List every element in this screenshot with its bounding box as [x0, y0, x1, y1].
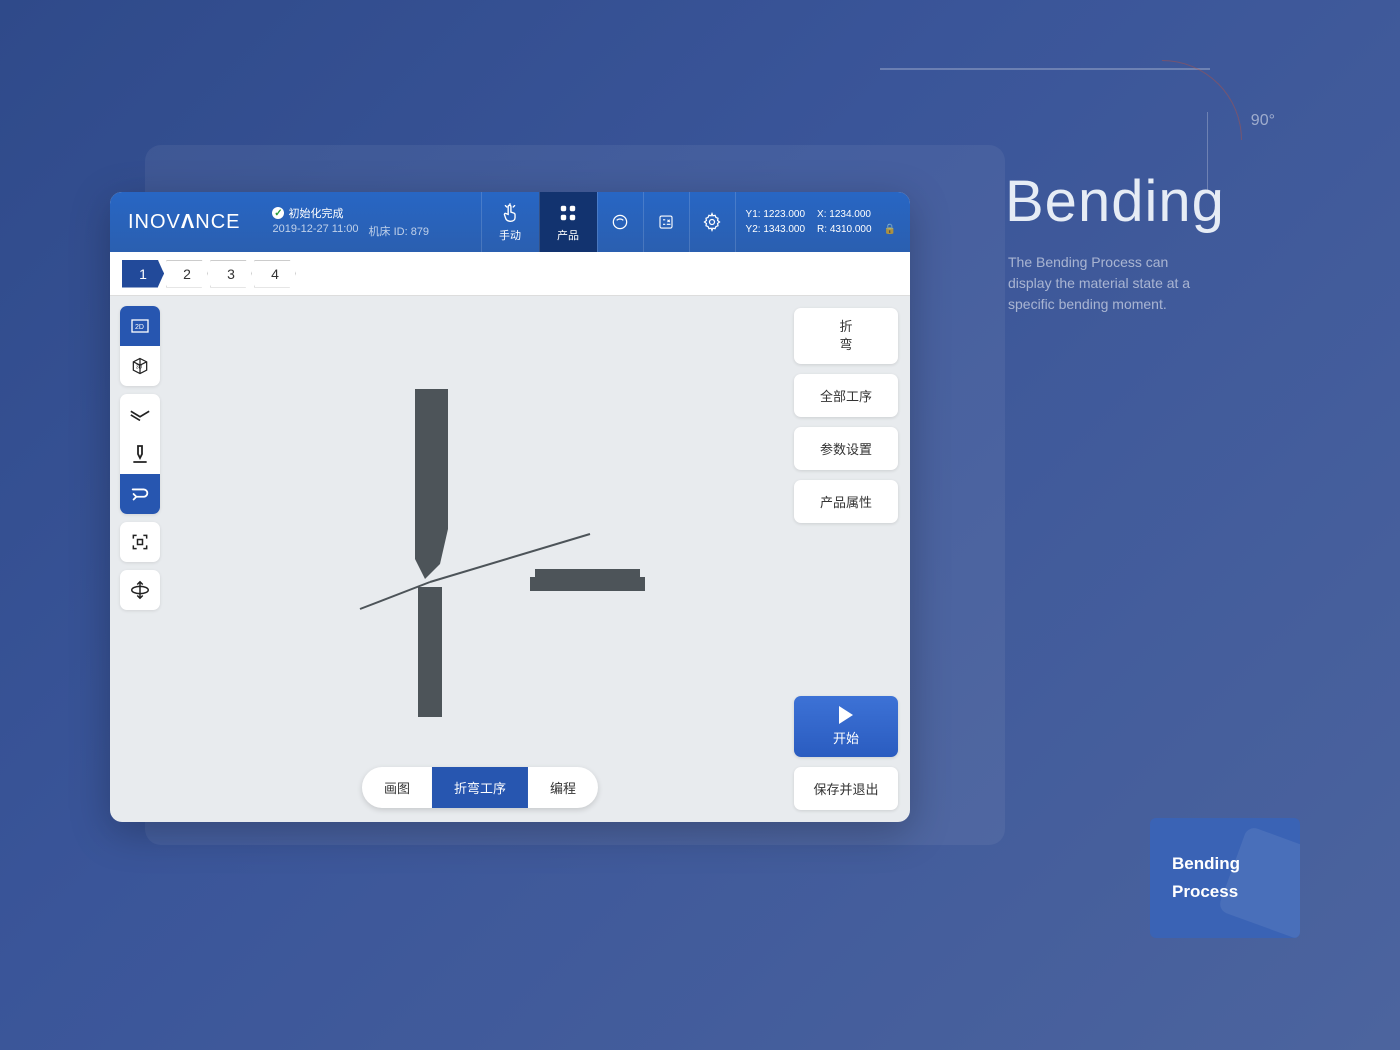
step-2[interactable]: 2 — [166, 260, 208, 288]
btn-start-label: 开始 — [833, 728, 859, 747]
datetime: 2019-12-27 11:00 — [272, 223, 358, 239]
decor-arc — [1162, 60, 1242, 140]
angle-label: 90° — [1251, 112, 1275, 130]
tab-settings[interactable] — [689, 192, 735, 252]
btn-bend[interactable]: 折 弯 — [794, 308, 898, 364]
topbar: INOVΛNCE 初始化完成 2019-12-27 11:00 机床 ID: 87… — [110, 192, 910, 252]
circle-icon — [609, 211, 631, 233]
view-3d-button[interactable]: 3D — [120, 346, 160, 386]
seg-program[interactable]: 编程 — [528, 767, 598, 808]
check-icon — [272, 207, 284, 219]
svg-text:3D: 3D — [136, 365, 143, 371]
tool-bend[interactable] — [120, 474, 160, 514]
tab-label: 产品 — [557, 227, 579, 243]
page-title: Bending — [1005, 168, 1225, 235]
status-text: 初始化完成 — [288, 205, 343, 221]
page-description: The Bending Process can display the mate… — [1008, 252, 1208, 315]
badge-line2: Process — [1172, 882, 1238, 902]
view-2d-button[interactable]: 2D — [120, 306, 160, 346]
tab-manual[interactable]: 手动 — [481, 192, 539, 252]
tool-fit[interactable] — [120, 522, 160, 562]
status-block: 初始化完成 2019-12-27 11:00 机床 ID: 879 — [258, 192, 443, 252]
tool-rotate[interactable] — [120, 570, 160, 610]
brand-part: INOV — [128, 211, 181, 234]
coord-x: X: 1234.000 — [817, 209, 871, 220]
workarea: 2D 3D — [110, 296, 910, 822]
btn-props[interactable]: 产品属性 — [794, 480, 898, 523]
right-panel: 折 弯 全部工序 参数设置 产品属性 开始 保存并退出 — [790, 296, 910, 822]
step-1[interactable]: 1 — [122, 260, 164, 288]
coord-y1: Y1: 1223.000 — [746, 209, 806, 220]
tab-circle[interactable] — [597, 192, 643, 252]
step-4[interactable]: 4 — [254, 260, 296, 288]
badge-card: Bending Process — [1150, 818, 1300, 938]
bottom-segmented: 画图 折弯工序 编程 — [362, 767, 598, 808]
step-3[interactable]: 3 — [210, 260, 252, 288]
grid-icon — [557, 202, 579, 224]
lock-icon: 🔒 — [884, 224, 896, 235]
seg-draw[interactable]: 画图 — [362, 767, 432, 808]
brand-part: Λ — [181, 211, 195, 234]
btn-save-exit[interactable]: 保存并退出 — [794, 767, 898, 810]
badge-line1: Bending — [1172, 854, 1240, 874]
hand-tap-icon — [499, 202, 521, 224]
gear-icon — [701, 211, 723, 233]
tab-product[interactable]: 产品 — [539, 192, 597, 252]
app-window: INOVΛNCE 初始化完成 2019-12-27 11:00 机床 ID: 87… — [110, 192, 910, 822]
coordinates: Y1: 1223.000 X: 1234.000 Y2: 1343.000 R: 4… — [735, 192, 910, 252]
svg-text:2D: 2D — [135, 324, 144, 331]
tool-sheet[interactable] — [120, 394, 160, 434]
tab-label: 手动 — [499, 227, 521, 243]
btn-all-steps[interactable]: 全部工序 — [794, 374, 898, 417]
tool-punch[interactable] — [120, 434, 160, 474]
decor-line — [880, 68, 1210, 70]
left-toolbar: 2D 3D — [110, 296, 170, 822]
tab-calc[interactable] — [643, 192, 689, 252]
machine-id: 机床 ID: 879 — [369, 223, 430, 239]
brand-logo: INOVΛNCE — [110, 192, 258, 252]
step-bar: 1 2 3 4 — [110, 252, 910, 296]
seg-bend-process[interactable]: 折弯工序 — [432, 767, 528, 808]
btn-params[interactable]: 参数设置 — [794, 427, 898, 470]
btn-start[interactable]: 开始 — [794, 696, 898, 757]
nav-tabs: 手动 产品 Y1: 1223.000 X: 1234.000 Y2: 1343.0… — [481, 192, 910, 252]
bending-diagram — [310, 379, 650, 739]
calculator-icon — [655, 211, 677, 233]
coord-r: R: 4310.000 — [817, 224, 872, 235]
canvas[interactable]: 画图 折弯工序 编程 — [170, 296, 790, 822]
coord-y2: Y2: 1343.000 — [746, 224, 806, 235]
play-icon — [839, 706, 853, 724]
brand-part: NCE — [195, 211, 240, 234]
